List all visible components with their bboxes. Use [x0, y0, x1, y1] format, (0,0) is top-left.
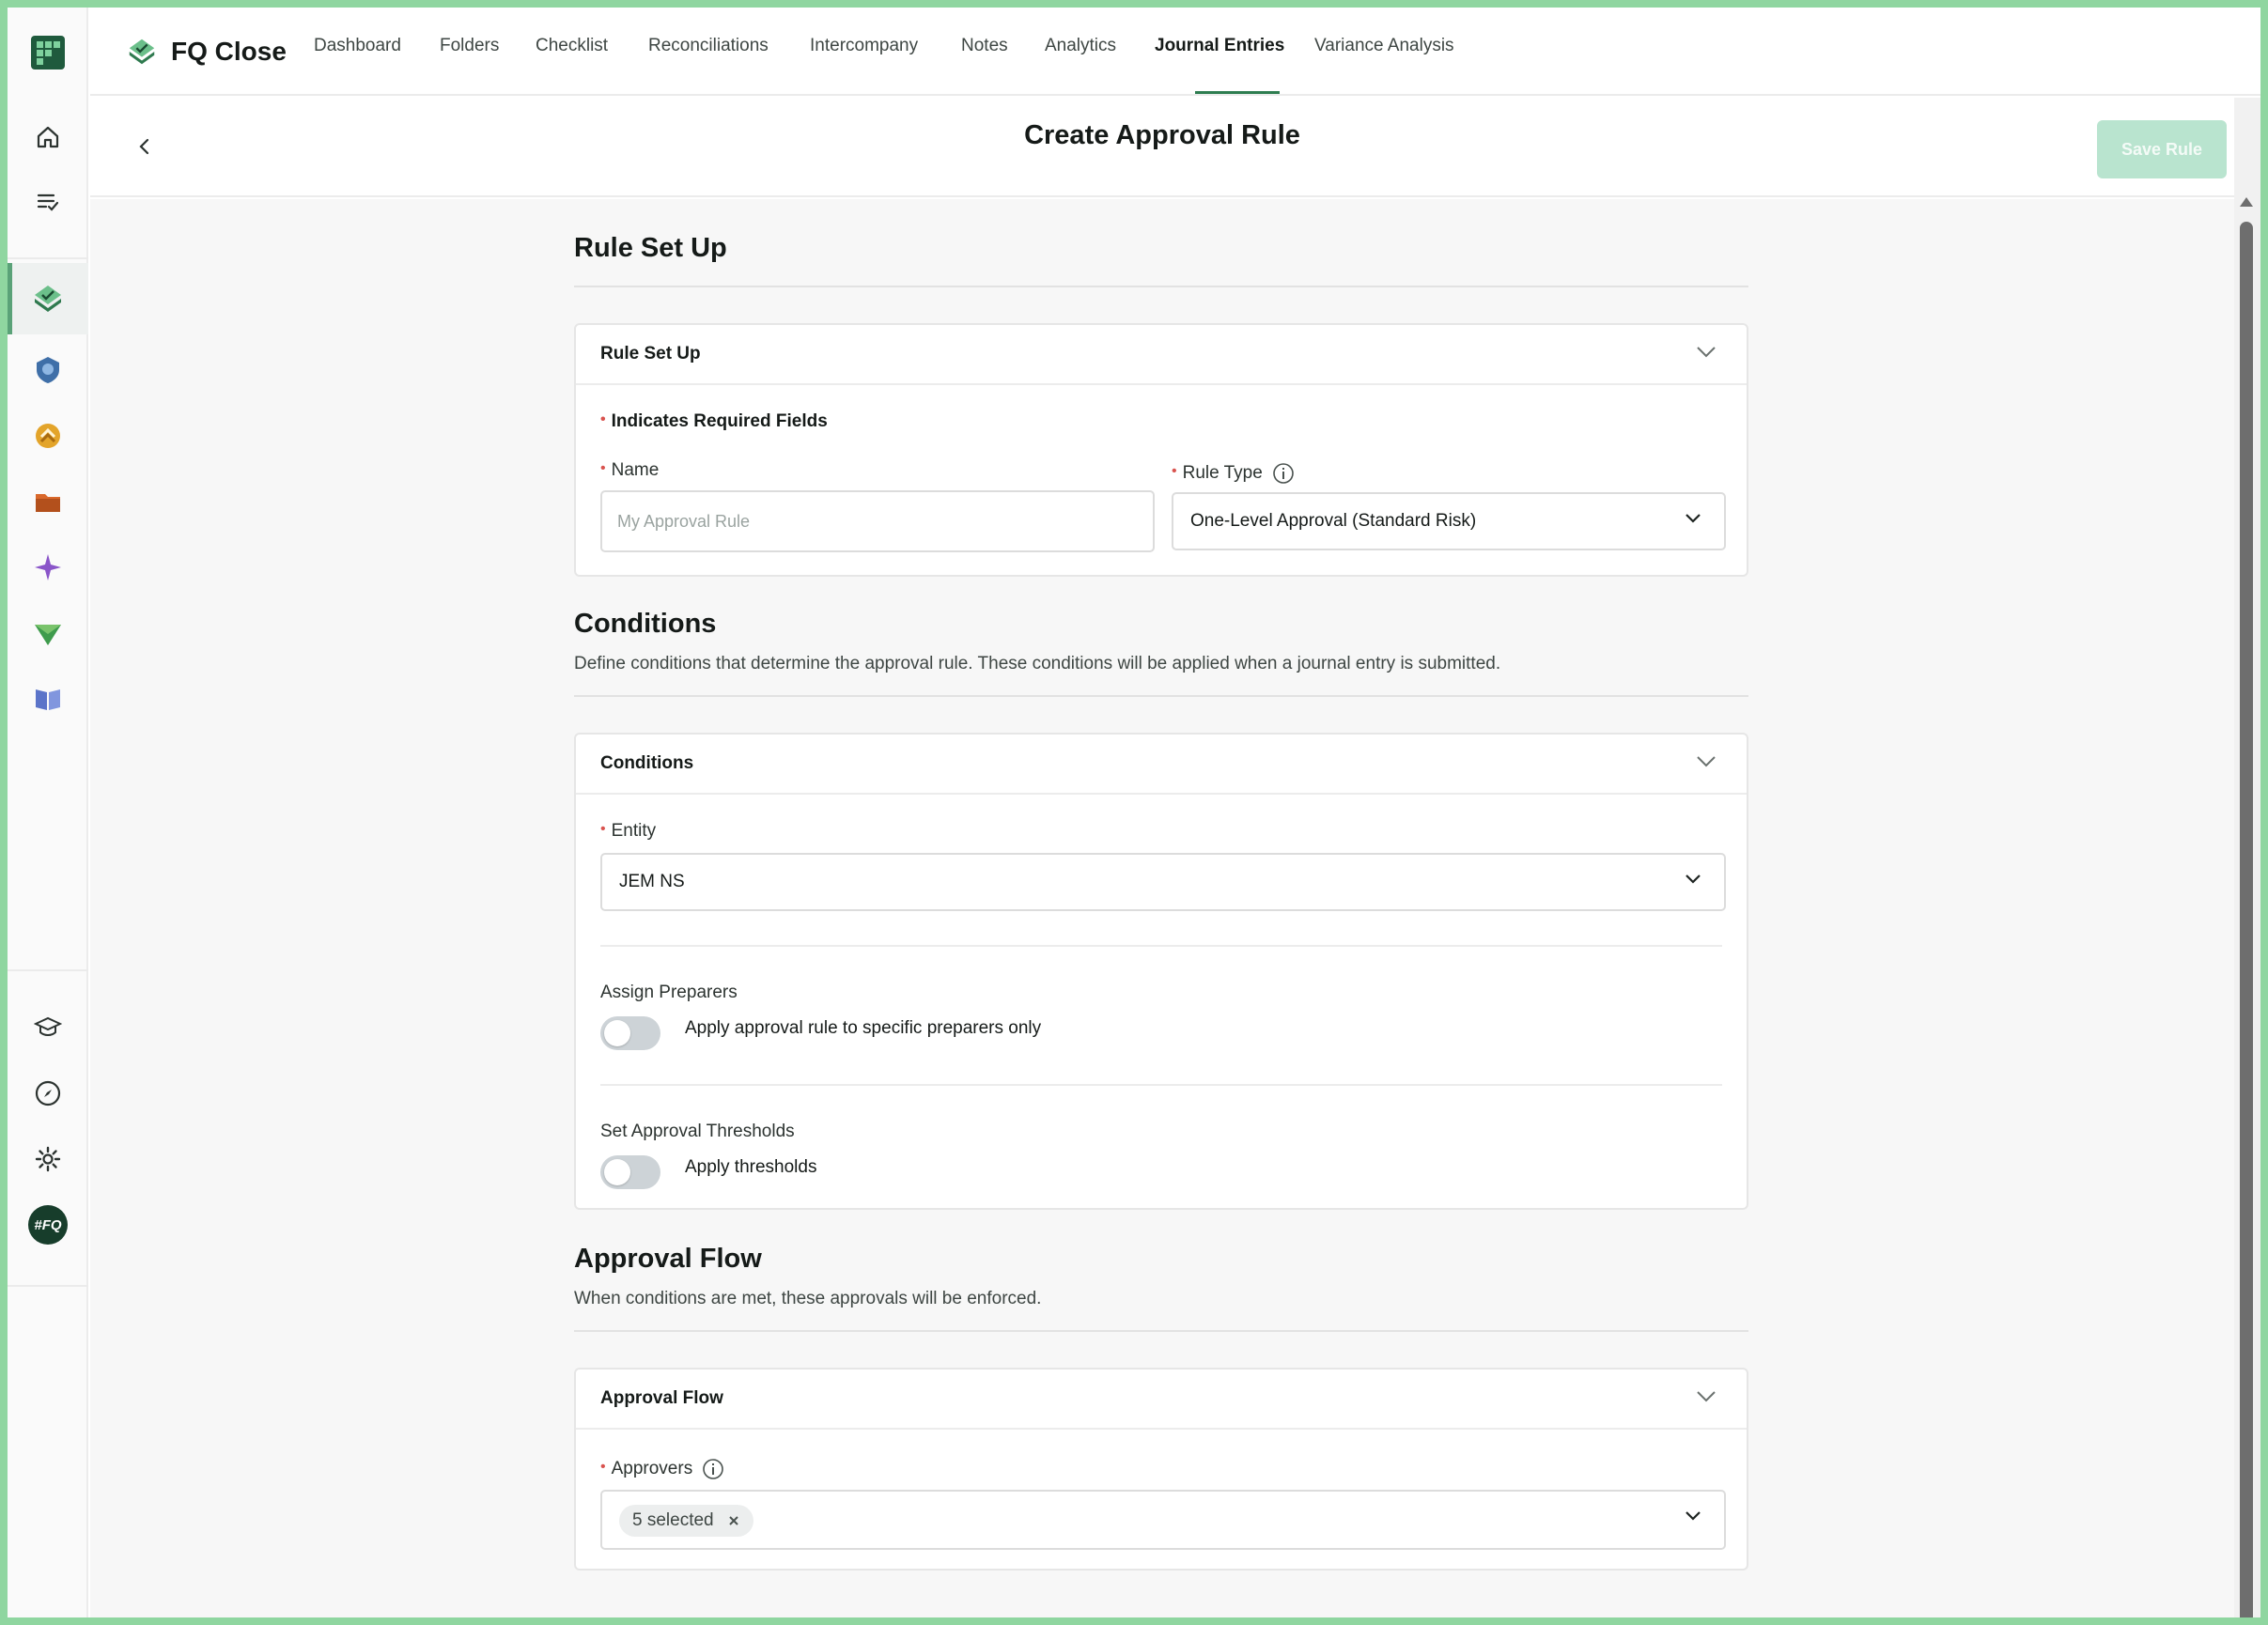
required-fields-note: • Indicates Required Fields	[600, 411, 828, 431]
home-icon[interactable]	[22, 111, 74, 163]
entity-label: • Entity	[600, 821, 657, 841]
page-header: Create Approval Rule Save Rule	[90, 98, 2234, 197]
approval-flow-section-title: Approval Flow	[574, 1244, 762, 1274]
nav-active-underline	[1195, 91, 1280, 94]
nav-checklist[interactable]: Checklist	[536, 36, 608, 56]
assign-preparers-label: Assign Preparers	[600, 983, 738, 1002]
nav-variance-analysis[interactable]: Variance Analysis	[1314, 36, 1454, 56]
folder-app-icon[interactable]	[22, 475, 74, 528]
top-nav: FQ Close Dashboard Folders Checklist Rec…	[90, 8, 2260, 96]
scroll-up-arrow-icon[interactable]	[2240, 197, 2253, 207]
chevron-down-icon[interactable]	[1696, 1390, 1717, 1403]
sync-app-icon[interactable]	[22, 410, 74, 462]
conditions-card-header[interactable]: Conditions	[576, 735, 1747, 795]
entity-select[interactable]: JEM NS	[600, 853, 1726, 911]
rule-type-label: • Rule Type	[1172, 462, 1295, 485]
app-window: #FQ FQ Close Dashboard Folders Checklist…	[8, 8, 2260, 1617]
nav-journal-entries[interactable]: Journal Entries	[1155, 36, 1284, 56]
name-label-text: Name	[611, 460, 660, 480]
approvers-label: • Approvers	[600, 1458, 724, 1480]
rail-divider-footer	[8, 1285, 88, 1287]
conditions-card-title: Conditions	[600, 753, 694, 773]
close-icon[interactable]	[727, 1514, 740, 1527]
nav-notes[interactable]: Notes	[961, 36, 1008, 56]
toggle-knob	[604, 1020, 630, 1046]
rule-setup-card-title: Rule Set Up	[600, 344, 701, 364]
info-icon[interactable]	[1272, 462, 1295, 485]
divider	[600, 945, 1722, 947]
section-rule	[574, 1330, 1748, 1332]
tasks-list-icon[interactable]	[22, 175, 74, 227]
approvers-label-text: Approvers	[611, 1459, 693, 1478]
thresholds-toggle[interactable]	[600, 1155, 660, 1189]
rule-setup-card: Rule Set Up • Indicates Required Fields •…	[574, 323, 1748, 577]
approvers-select[interactable]: 5 selected	[600, 1490, 1726, 1550]
chevron-down-icon[interactable]	[1696, 755, 1717, 768]
scrollbar-thumb[interactable]	[2240, 222, 2253, 1617]
approvers-chip-text: 5 selected	[632, 1510, 714, 1530]
paper-plane-app-icon[interactable]	[22, 607, 74, 659]
rule-type-label-text: Rule Type	[1182, 463, 1263, 483]
user-avatar[interactable]: #FQ	[22, 1199, 74, 1251]
rule-type-select[interactable]: One-Level Approval (Standard Risk)	[1172, 492, 1726, 550]
app-logo-icon[interactable]	[22, 26, 74, 79]
nav-dashboard[interactable]: Dashboard	[314, 36, 401, 56]
rule-setup-section-title: Rule Set Up	[574, 233, 727, 263]
brand[interactable]: FQ Close	[126, 36, 287, 68]
shield-app-icon[interactable]	[22, 344, 74, 396]
nav-folders[interactable]: Folders	[440, 36, 499, 56]
rule-type-value: One-Level Approval (Standard Risk)	[1190, 511, 1477, 531]
book-app-icon[interactable]	[22, 673, 74, 725]
approval-flow-description: When conditions are met, these approvals…	[574, 1289, 1042, 1308]
approval-flow-card-title: Approval Flow	[600, 1388, 723, 1408]
required-note-text: Indicates Required Fields	[611, 411, 828, 431]
chevron-down-icon[interactable]	[1696, 346, 1717, 359]
conditions-section-title: Conditions	[574, 609, 717, 639]
entity-label-text: Entity	[611, 821, 657, 841]
scrollbar[interactable]	[2234, 98, 2260, 1617]
preparers-toggle-text: Apply approval rule to specific preparer…	[685, 1018, 1042, 1038]
thresholds-toggle-text: Apply thresholds	[685, 1157, 817, 1177]
nav-analytics[interactable]: Analytics	[1045, 36, 1116, 56]
rule-name-input[interactable]	[600, 490, 1155, 552]
chevron-down-icon	[1685, 1511, 1701, 1521]
approvers-chip: 5 selected	[619, 1505, 753, 1537]
left-rail: #FQ	[8, 8, 88, 1617]
sparkle-app-icon[interactable]	[22, 541, 74, 594]
entity-value: JEM NS	[619, 872, 685, 891]
conditions-description: Define conditions that determine the app…	[574, 654, 1501, 673]
preparers-toggle[interactable]	[600, 1016, 660, 1050]
nav-reconciliations[interactable]: Reconciliations	[648, 36, 769, 56]
approval-flow-card-header[interactable]: Approval Flow	[576, 1370, 1747, 1430]
save-rule-button[interactable]: Save Rule	[2097, 120, 2227, 178]
rail-divider	[8, 257, 88, 259]
name-label: • Name	[600, 460, 660, 480]
chevron-down-icon	[1685, 874, 1701, 884]
section-rule	[574, 286, 1748, 287]
avatar-text: #FQ	[28, 1205, 68, 1245]
gear-icon[interactable]	[22, 1133, 74, 1185]
section-rule	[574, 695, 1748, 697]
approval-thresholds-label: Set Approval Thresholds	[600, 1122, 795, 1141]
conditions-card: Conditions • Entity JEM NS Assign Prepare…	[574, 733, 1748, 1210]
graduation-cap-icon[interactable]	[22, 1001, 74, 1054]
toggle-knob	[604, 1159, 630, 1185]
nav-intercompany[interactable]: Intercompany	[810, 36, 918, 56]
chevron-down-icon	[1685, 514, 1701, 523]
fq-close-icon[interactable]	[22, 272, 74, 325]
info-icon[interactable]	[702, 1458, 724, 1480]
main-content: Rule Set Up Rule Set Up • Indicates Requi…	[90, 199, 2234, 1617]
divider	[600, 1084, 1722, 1086]
fq-close-logo-icon	[129, 39, 155, 65]
rail-divider-bottom	[8, 969, 88, 971]
rule-setup-card-header[interactable]: Rule Set Up	[576, 325, 1747, 385]
compass-icon[interactable]	[22, 1067, 74, 1120]
app-name: FQ Close	[171, 37, 287, 66]
approval-flow-card: Approval Flow • Approvers 5 selected	[574, 1368, 1748, 1571]
page-title: Create Approval Rule	[1024, 120, 1300, 150]
